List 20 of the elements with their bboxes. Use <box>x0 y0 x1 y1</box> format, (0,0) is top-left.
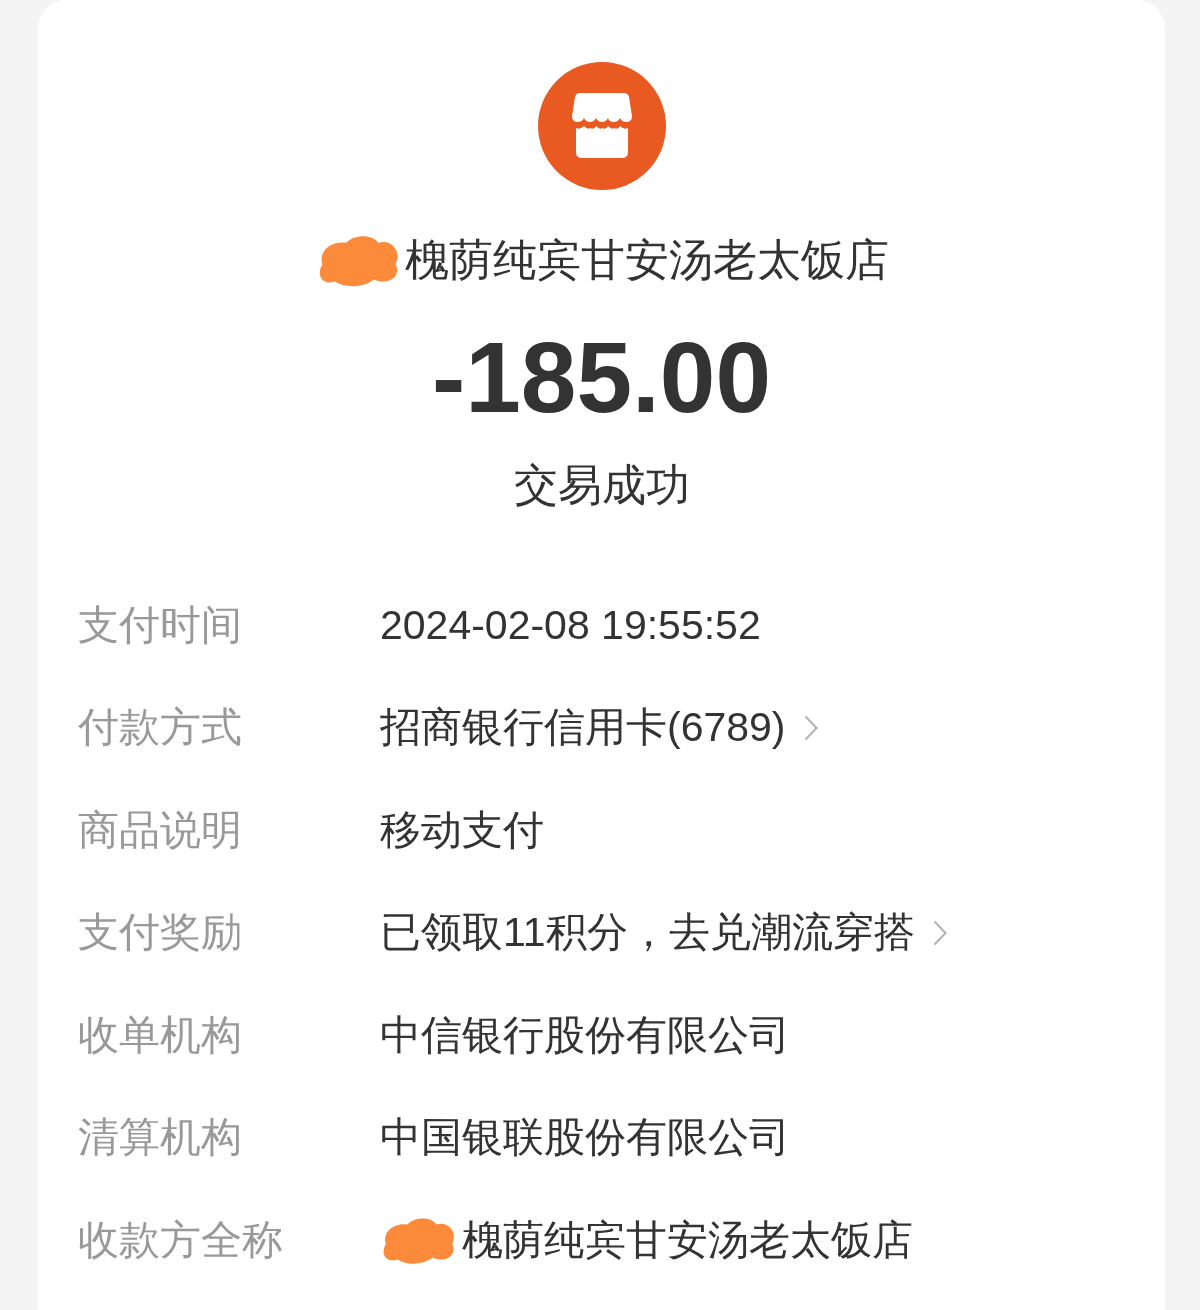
detail-label: 付款方式 <box>78 703 243 752</box>
detail-label: 商品说明 <box>78 805 243 855</box>
detail-value: 槐荫纯宾甘安汤老太饭店 <box>462 1215 913 1265</box>
detail-value: 中信银行股份有限公司 <box>380 1010 790 1060</box>
detail-link[interactable]: 招商银行信用卡(6789) <box>380 707 818 749</box>
merchant-name: 槐荫纯宾甘安汤老太饭店 <box>404 234 889 286</box>
detail-value: 移动支付 <box>380 805 544 855</box>
detail-label: 支付时间 <box>78 600 243 650</box>
store-icon <box>537 62 666 190</box>
transaction-status: 交易成功 <box>513 459 690 511</box>
chevron-right-icon <box>803 714 818 741</box>
detail-label: 收款方全称 <box>78 1215 284 1265</box>
detail-value: 中国银联股份有限公司 <box>380 1113 790 1162</box>
detail-link[interactable]: 已领取11积分，去兑潮流穿搭 <box>380 912 947 954</box>
detail-value: 2024-02-08 19:55:52 <box>380 600 761 650</box>
detail-label: 收单机构 <box>78 1010 243 1060</box>
detail-label: 清算机构 <box>78 1113 243 1162</box>
chevron-right-icon <box>932 919 947 946</box>
detail-label: 支付奖励 <box>78 908 243 957</box>
payment-amount: -185.00 <box>431 327 772 427</box>
